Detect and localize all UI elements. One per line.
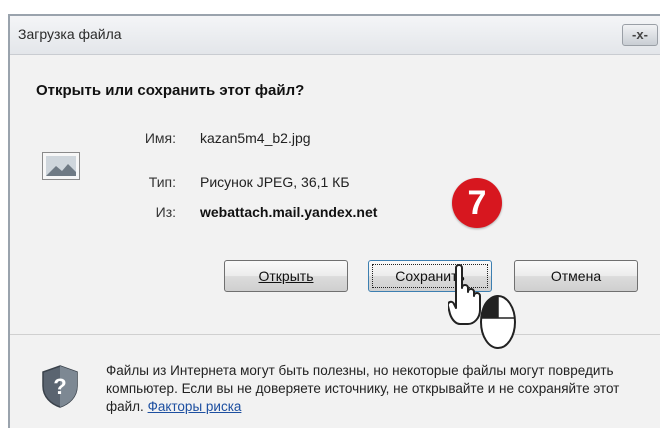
open-button[interactable]: Открыть	[224, 260, 348, 292]
dialog-title: Загрузка файла	[18, 26, 122, 42]
divider	[10, 334, 660, 335]
hand-cursor-icon	[448, 264, 516, 349]
file-type: Рисунок JPEG, 36,1 КБ	[200, 174, 350, 190]
open-button-label: Открыть	[258, 268, 314, 284]
close-button[interactable]: -x-	[622, 24, 658, 46]
file-download-dialog: Загрузка файла -x- Открыть или сохранить…	[8, 14, 660, 428]
cancel-button[interactable]: Отмена	[514, 260, 638, 292]
type-label: Тип:	[148, 174, 176, 190]
dialog-question: Открыть или сохранить этот файл?	[36, 82, 305, 99]
from-label: Из:	[155, 204, 176, 220]
file-source: webattach.mail.yandex.net	[200, 204, 378, 220]
svg-text:?: ?	[53, 374, 66, 399]
risk-factors-link[interactable]: Факторы риска	[148, 399, 242, 414]
file-name: kazan5m4_b2.jpg	[200, 130, 311, 146]
close-icon: -x-	[632, 27, 648, 42]
step-badge: 7	[452, 178, 502, 228]
cancel-button-label: Отмена	[550, 268, 602, 284]
name-label: Имя:	[144, 130, 176, 146]
image-file-icon	[42, 152, 80, 180]
security-warning: Файлы из Интернета могут быть полезны, н…	[106, 362, 656, 416]
mouse-icon	[480, 295, 516, 349]
shield-question-icon: ?	[42, 365, 78, 408]
title-bar: Загрузка файла -x-	[10, 16, 660, 55]
